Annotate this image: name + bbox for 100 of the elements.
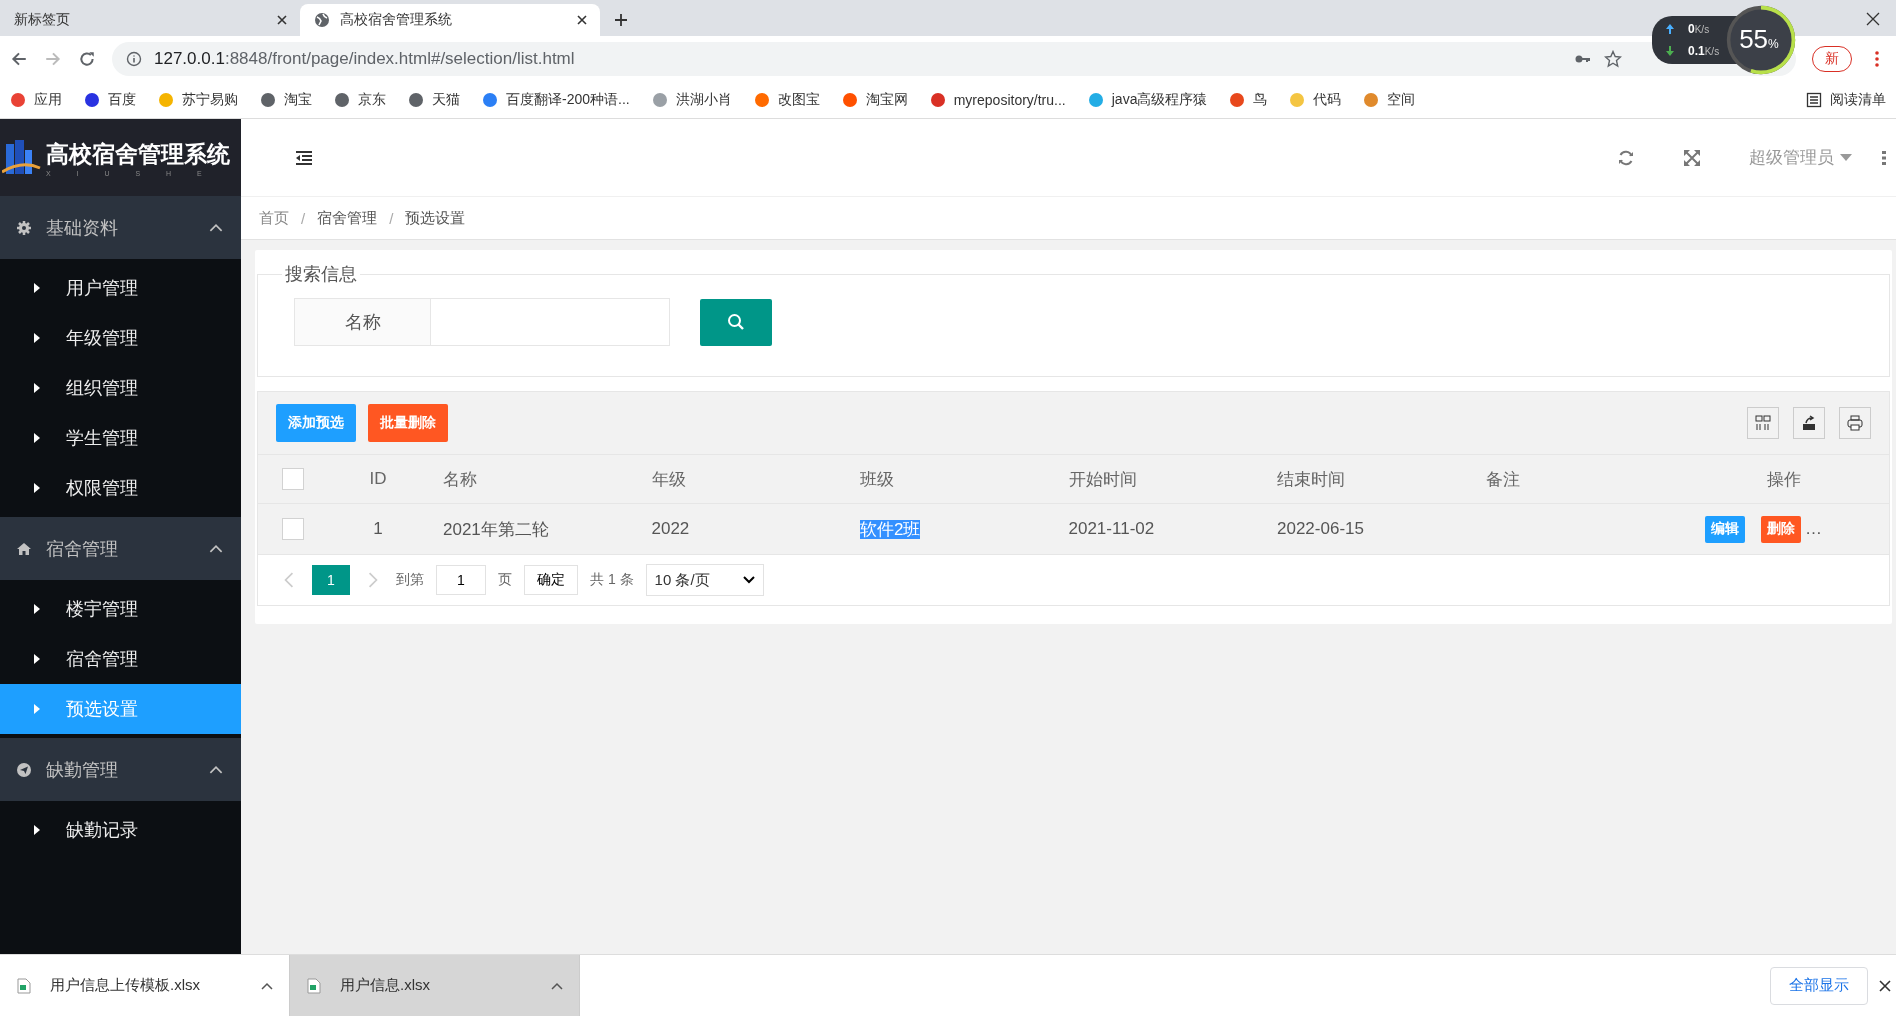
table-cell: 软件2班 xyxy=(860,519,921,539)
column-header: 结束时间 xyxy=(1277,469,1345,489)
column-header: ID xyxy=(369,469,387,488)
caret-icon xyxy=(34,383,40,393)
table-cell: 1 xyxy=(373,519,383,538)
page-size-select[interactable]: 10 条/页 xyxy=(645,564,764,596)
menu-item[interactable]: 年级管理 xyxy=(0,313,241,363)
breadcrumb-link[interactable]: 预选设置 xyxy=(405,208,466,228)
export-button[interactable] xyxy=(1793,407,1825,439)
browser-tab[interactable]: 高校宿舍管理系统 xyxy=(300,4,600,36)
menu-item[interactable]: 缺勤记录 xyxy=(0,805,241,855)
chevron-icon[interactable] xyxy=(261,981,273,990)
column-header: 开始时间 xyxy=(1068,469,1137,489)
bookmark[interactable]: 京东 xyxy=(334,91,386,109)
menu-group[interactable]: 基础资料 xyxy=(0,196,241,259)
menu-item[interactable]: 权限管理 xyxy=(0,463,241,513)
menu-icon[interactable] xyxy=(295,148,313,167)
reading-list[interactable]: 阅读清单 xyxy=(1806,91,1886,109)
menu-group[interactable]: 缺勤管理 xyxy=(0,738,241,801)
back-icon[interactable] xyxy=(10,50,28,68)
download-speed: 0.1K/s xyxy=(1688,44,1720,58)
bookmark[interactable]: 淘宝 xyxy=(260,91,312,109)
bookmark[interactable]: myrepository/tru... xyxy=(929,92,1066,108)
chevron-icon xyxy=(209,544,223,553)
columns-icon xyxy=(1755,415,1771,431)
list-icon xyxy=(1806,92,1822,108)
menu-item[interactable]: 组织管理 xyxy=(0,363,241,413)
menu-item[interactable]: 用户管理 xyxy=(0,263,241,313)
bookmark[interactable]: 苏宁易购 xyxy=(158,91,238,109)
bookmark[interactable]: 空间 xyxy=(1363,91,1416,109)
menu-group[interactable]: 宿舍管理 xyxy=(0,517,241,580)
bookmark[interactable]: 洪湖小肖 xyxy=(651,91,732,109)
page-number-field[interactable]: 1 xyxy=(436,565,486,595)
goto-label: 到第 xyxy=(396,571,424,589)
print-icon xyxy=(1847,415,1863,431)
breadcrumb-link[interactable]: 宿舍管理 xyxy=(317,208,378,228)
caret-icon xyxy=(1840,154,1852,161)
home-icon xyxy=(16,540,32,557)
bookmark[interactable]: 淘宝网 xyxy=(841,91,908,109)
caret-icon xyxy=(34,483,40,493)
section-title: 搜索信息 xyxy=(284,263,358,286)
close-icon[interactable] xyxy=(1866,12,1880,26)
fullscreen-icon[interactable] xyxy=(1683,148,1701,167)
column-header: 班级 xyxy=(860,469,894,489)
star-icon[interactable] xyxy=(1604,50,1622,68)
breadcrumb-link[interactable]: 首页 xyxy=(259,208,289,228)
close-icon[interactable] xyxy=(1878,978,1892,993)
column-header: 备注 xyxy=(1485,469,1520,489)
download-arrow-icon xyxy=(1666,46,1674,56)
row-checkbox[interactable] xyxy=(282,518,304,540)
column-header: 名称 xyxy=(443,469,477,489)
show-all-button[interactable]: 全部显示 xyxy=(1770,966,1868,1005)
bookmark[interactable]: 鸟 xyxy=(1229,91,1268,109)
bookmark[interactable]: 应用 xyxy=(10,91,62,109)
more-actions[interactable]: … xyxy=(1805,519,1822,539)
search-button[interactable] xyxy=(700,298,772,346)
breadcrumb-separator: / xyxy=(389,209,394,227)
caret-icon xyxy=(34,704,40,714)
bookmark[interactable]: 改图宝 xyxy=(753,91,820,109)
columns-button[interactable] xyxy=(1747,407,1779,439)
bookmark[interactable]: 代码 xyxy=(1289,91,1342,109)
chevron-icon[interactable] xyxy=(551,981,563,990)
table-cell: 2021年第二轮 xyxy=(443,519,549,539)
menu-item[interactable]: 楼宇管理 xyxy=(0,584,241,634)
chevron-icon xyxy=(209,765,223,774)
column-header: 操作 xyxy=(1767,469,1801,489)
gear-icon xyxy=(16,219,32,236)
caret-icon xyxy=(34,433,40,443)
breadcrumb-separator: / xyxy=(301,209,306,227)
globe-icon xyxy=(314,12,330,28)
menu-item[interactable]: 学生管理 xyxy=(0,413,241,463)
select-all-checkbox[interactable] xyxy=(282,468,304,490)
page-button[interactable]: 1 xyxy=(312,565,350,595)
bookmark[interactable]: 百度 xyxy=(84,91,136,109)
confirm-button[interactable]: 确定 xyxy=(524,565,578,595)
close-icon[interactable] xyxy=(576,14,588,26)
caret-icon xyxy=(34,654,40,664)
browser-tab[interactable]: 新标签页 xyxy=(0,4,300,36)
menu-item[interactable]: 宿舍管理 xyxy=(0,634,241,684)
table-cell: 2021-11-02 xyxy=(1068,519,1155,538)
caret-icon xyxy=(34,825,40,835)
bookmark[interactable]: 天猫 xyxy=(408,91,460,109)
bookmark[interactable]: 百度翻译-200种语... xyxy=(482,91,630,109)
name-search-field[interactable]: 名称 xyxy=(294,298,670,346)
send-icon xyxy=(16,761,32,778)
column-header: 年级 xyxy=(651,469,686,489)
caret-icon xyxy=(34,283,40,293)
reload-icon[interactable] xyxy=(78,50,96,68)
refresh-icon[interactable] xyxy=(1617,148,1635,167)
new-tab-icon[interactable] xyxy=(614,13,628,27)
table-cell: 2022-06-15 xyxy=(1277,519,1364,538)
print-button[interactable] xyxy=(1839,407,1871,439)
table-cell: 2022 xyxy=(651,519,690,538)
bookmark[interactable]: java高级程序猿 xyxy=(1087,91,1208,109)
upload-arrow-icon xyxy=(1666,24,1674,34)
more-icon[interactable] xyxy=(1882,149,1886,166)
chevron-icon xyxy=(209,223,223,232)
close-icon[interactable] xyxy=(276,14,288,26)
download-item[interactable]: 用户信息.xlsx xyxy=(290,955,580,1016)
total-count: 共 1 条 xyxy=(590,571,634,589)
